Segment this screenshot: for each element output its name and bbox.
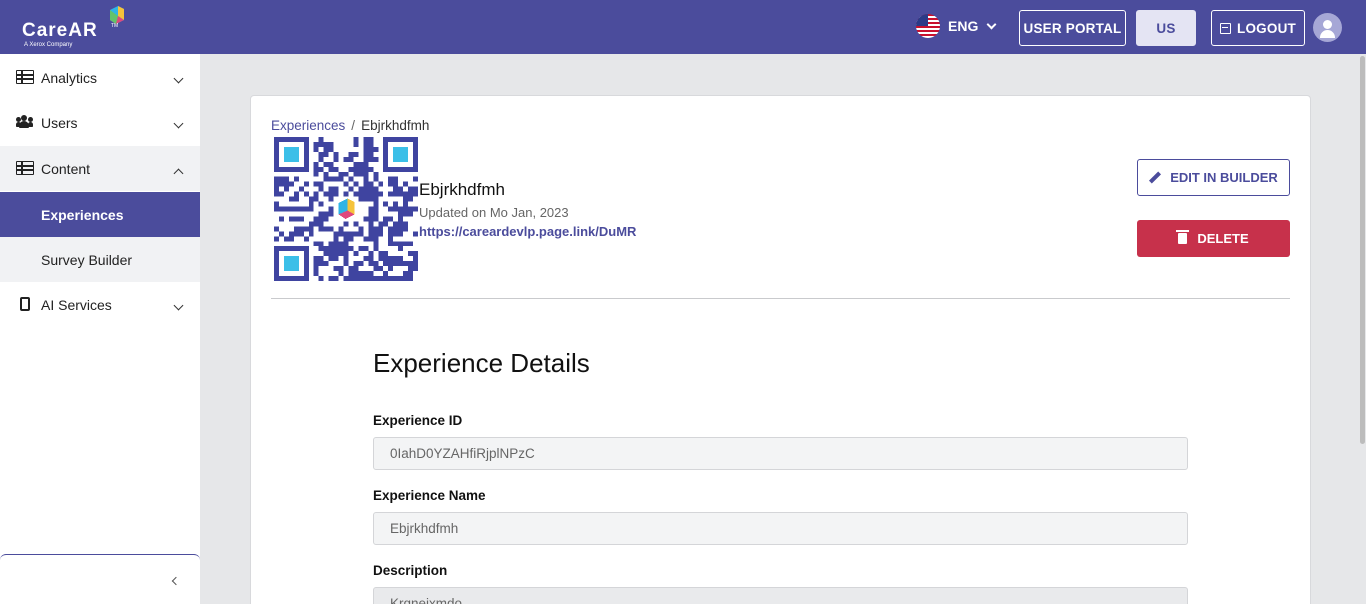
chevron-down-icon [173,73,184,84]
chevron-left-icon [171,576,181,586]
pencil-icon [1149,172,1161,184]
chevron-up-icon [173,168,184,179]
users-icon [16,115,34,129]
user-portal-button[interactable]: USER PORTAL [1019,10,1126,46]
experience-title: Ebjrkhdfmh [419,180,505,199]
edit-in-builder-button[interactable]: EDIT IN BUILDER [1137,159,1290,196]
experience-id-label: Experience ID [373,413,463,428]
chip-icon [20,297,30,311]
sidebar-item-analytics[interactable]: Analytics [0,55,200,100]
logout-label: LOGOUT [1237,20,1296,36]
sidebar-collapse-button[interactable] [0,554,200,604]
experience-name-label: Experience Name [373,488,486,503]
chevron-down-icon [173,118,184,129]
top-navbar: CareAR TM A Xerox Company ENG USER PORTA… [0,0,1366,54]
section-title: Experience Details [373,348,590,378]
experience-id-field[interactable]: 0IahD0YZAHfiRjplNPzC [373,437,1188,470]
divider [271,298,1290,299]
experience-updated-date: Updated on Mo Jan, 2023 [419,205,569,220]
breadcrumb-link-experiences[interactable]: Experiences [271,118,345,133]
sidebar-item-label: Survey Builder [41,251,133,268]
experience-card: Experiences / Ebjrkhdfmh Ebjrkhdfmh Update… [250,95,1311,604]
sidebar-item-ai-services[interactable]: AI Services [0,282,200,327]
sidebar-item-label: AI Services [41,296,112,313]
sidebar-item-survey-builder[interactable]: Survey Builder [0,237,200,282]
table-icon [16,161,34,175]
experience-name-field[interactable]: Ebjrkhdfmh [373,512,1188,545]
logo-trademark: TM [111,23,119,29]
trash-icon [1176,230,1190,244]
logo-text: CareAR [22,20,98,41]
experience-share-link[interactable]: https://careardevlp.page.link/DuMR [419,224,636,239]
user-avatar-icon[interactable] [1313,13,1342,42]
sidebar-item-users[interactable]: Users [0,100,200,145]
logout-button[interactable]: LOGOUT [1211,10,1305,46]
breadcrumb-current: Ebjrkhdfmh [361,118,430,133]
language-selector[interactable]: ENG [916,14,997,38]
sidebar-item-content[interactable]: Content [0,146,200,191]
description-label: Description [373,563,448,578]
logout-icon [1220,22,1232,34]
breadcrumb: Experiences / Ebjrkhdfmh [271,118,429,133]
sidebar-item-label: Users [41,114,78,131]
logo-tagline: A Xerox Company [24,42,73,48]
sidebar: Analytics Users Content Experiences Surv… [0,54,200,604]
description-field[interactable]: Krqneixmdo [373,587,1188,604]
scrollbar-thumb[interactable] [1360,56,1365,444]
chevron-down-icon [173,300,184,311]
edit-in-builder-label: EDIT IN BUILDER [1170,170,1278,185]
breadcrumb-separator: / [351,118,356,133]
region-button[interactable]: US [1136,10,1196,46]
delete-button[interactable]: DELETE [1137,220,1290,257]
delete-label: DELETE [1197,231,1249,246]
carear-logo[interactable]: CareAR TM A Xerox Company [22,6,132,50]
sidebar-item-experiences[interactable]: Experiences [0,192,200,237]
sidebar-item-label: Content [41,160,91,177]
chevron-down-icon [986,19,997,29]
sidebar-item-label: Analytics [41,69,98,86]
table-icon [16,70,34,84]
qr-code [274,137,418,281]
sidebar-item-label: Experiences [41,206,124,223]
us-flag-icon [916,14,940,38]
language-label: ENG [948,18,979,34]
